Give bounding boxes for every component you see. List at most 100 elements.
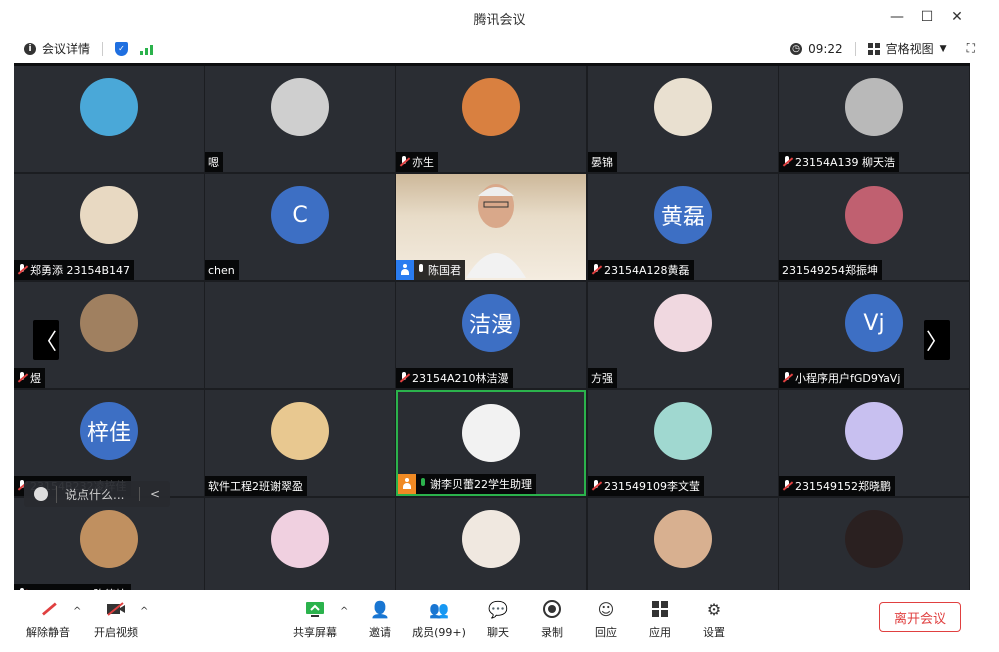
participant-name: 23154A128黄磊: [604, 264, 690, 277]
participant-tile[interactable]: 亦生: [396, 66, 586, 172]
participant-tile[interactable]: [205, 282, 395, 388]
participant-name-label: 231549109李文莹: [588, 476, 704, 496]
participant-name: 晏锦: [591, 156, 613, 169]
participant-name: 亦生: [412, 156, 434, 169]
next-page-arrow[interactable]: 〉: [924, 320, 950, 360]
reactions-button[interactable]: ☺ 回应: [576, 598, 636, 644]
settings-button[interactable]: ⚙ 设置: [684, 598, 744, 644]
video-grid: 吴炎太嗯亦生晏锦23154A139 柳天浩郑勇添 23154B147Cchen陈…: [14, 63, 970, 590]
mic-muted-icon: [591, 264, 601, 276]
share-screen-label: 共享屏幕: [293, 626, 337, 639]
mic-muted-icon: [399, 372, 409, 384]
title-bar: 腾讯会议 — ☐ ✕: [0, 0, 999, 34]
mic-muted-icon: [37, 598, 59, 620]
mic-on-icon: [419, 478, 427, 490]
participant-tile[interactable]: 陈国君: [396, 174, 586, 280]
participant-name: 小程序用户fGD9YaVj: [795, 372, 901, 385]
participant-tile[interactable]: 嗯: [205, 66, 395, 172]
quick-chat-bar[interactable]: 说点什么... <: [24, 481, 170, 507]
participant-name: 郑勇添 23154B147: [30, 264, 131, 277]
meeting-info-bar: i 会议详情 ✓ ◷ 09:22 宫格视图 ▼ ⛶: [0, 34, 999, 62]
leave-meeting-button[interactable]: 离开会议: [879, 602, 961, 632]
meeting-toolbar: 解除静音 ^ 开启视频 ^ 共享屏幕 ^ 👤 邀请 👥 成员(99+) 💬 聊天…: [0, 590, 999, 652]
mic-on-icon: [417, 264, 425, 276]
participant-name-label: 郑勇添 23154B147: [14, 260, 135, 280]
participant-name-label: 小程序用户fGD9YaVj: [779, 368, 905, 388]
participant-name-label: 方强: [588, 368, 617, 388]
participant-tile[interactable]: 23154A139 柳天浩: [779, 66, 969, 172]
reactions-label: 回应: [595, 626, 617, 639]
grid-view-icon[interactable]: [867, 42, 880, 55]
avatar: 黄磊: [654, 186, 712, 244]
participant-tile[interactable]: 231549109李文莹: [588, 390, 778, 496]
gear-icon: ⚙: [706, 599, 722, 619]
chat-label: 聊天: [487, 626, 509, 639]
invite-button[interactable]: 👤 邀请: [350, 598, 410, 644]
mic-muted-icon: [17, 372, 27, 384]
info-icon[interactable]: i: [24, 42, 36, 55]
start-video-button[interactable]: 开启视频: [86, 598, 146, 644]
minimize-button[interactable]: —: [886, 6, 908, 28]
participant-name-label: 23154A139 柳天浩: [779, 152, 900, 172]
chat-input[interactable]: 说点什么...: [56, 485, 139, 503]
chat-button[interactable]: 💬 聊天: [468, 598, 528, 644]
record-button[interactable]: 录制: [522, 598, 582, 644]
participant-tile[interactable]: 洁漫 23154A210林洁漫: [396, 282, 586, 388]
view-mode-select[interactable]: 宫格视图: [886, 40, 934, 57]
avatar: [654, 510, 712, 568]
participant-tile[interactable]: 晏锦: [588, 66, 778, 172]
participant-tile[interactable]: 黄磊 23154A128黄磊: [588, 174, 778, 280]
chevron-up-icon[interactable]: ^: [73, 606, 81, 617]
meeting-details-link[interactable]: 会议详情: [42, 40, 90, 57]
avatar: [845, 186, 903, 244]
participant-tile[interactable]: 方强: [588, 282, 778, 388]
participant-name-label: 软件工程2班谢翠盈: [205, 476, 307, 496]
avatar: [654, 402, 712, 460]
maximize-button[interactable]: ☐: [916, 6, 938, 28]
participant-tile[interactable]: 231549152郑晓鹏: [779, 390, 969, 496]
shield-icon[interactable]: ✓: [115, 41, 129, 56]
start-video-label: 开启视频: [94, 626, 138, 639]
participant-tile[interactable]: Cchen: [205, 174, 395, 280]
avatar: [654, 294, 712, 352]
settings-label: 设置: [703, 626, 725, 639]
participant-name-label: 亦生: [396, 152, 438, 172]
chevron-up-icon[interactable]: ^: [140, 606, 148, 617]
participant-tile[interactable]: [588, 498, 778, 590]
participant-name-label: 晏锦: [588, 152, 617, 172]
collapse-chat-button[interactable]: <: [138, 487, 170, 501]
participant-name: 方强: [591, 372, 613, 385]
emoji-icon[interactable]: [34, 487, 48, 501]
participant-tile[interactable]: [396, 498, 586, 590]
participant-name-label: 23154A128黄磊: [588, 260, 694, 280]
avatar: [462, 404, 520, 462]
participant-tile[interactable]: 郑勇添 23154B147: [14, 174, 204, 280]
signal-icon[interactable]: [140, 43, 154, 55]
participant-tile[interactable]: 231549254郑振坤: [779, 174, 969, 280]
participant-tile[interactable]: 软件工程2班谢翠盈: [205, 390, 395, 496]
chevron-up-icon[interactable]: ^: [340, 606, 348, 617]
host-badge-icon: [396, 260, 414, 280]
apps-button[interactable]: 应用: [630, 598, 690, 644]
share-screen-icon: [304, 598, 326, 620]
avatar: 洁漫: [462, 294, 520, 352]
participant-tile[interactable]: [14, 66, 204, 172]
avatar: [462, 510, 520, 568]
unmute-button[interactable]: 解除静音: [18, 598, 78, 644]
members-button[interactable]: 👥 成员(99+): [409, 598, 469, 644]
participant-tile[interactable]: [205, 498, 395, 590]
participant-tile[interactable]: 23154B220陈德炜: [14, 498, 204, 590]
share-screen-button[interactable]: 共享屏幕: [285, 598, 345, 644]
participant-tile[interactable]: [779, 498, 969, 590]
unmute-label: 解除静音: [26, 626, 70, 639]
avatar: 梓佳: [80, 402, 138, 460]
fullscreen-icon[interactable]: ⛶: [967, 41, 975, 56]
chevron-down-icon[interactable]: ▼: [940, 44, 947, 54]
avatar: [654, 78, 712, 136]
reaction-icon: ☺: [597, 599, 615, 619]
mic-muted-icon: [782, 372, 792, 384]
apps-label: 应用: [649, 626, 671, 639]
previous-page-arrow[interactable]: 〈: [33, 320, 59, 360]
participant-tile[interactable]: 谢李贝蕾22学生助理: [396, 390, 586, 496]
close-button[interactable]: ✕: [946, 6, 968, 28]
